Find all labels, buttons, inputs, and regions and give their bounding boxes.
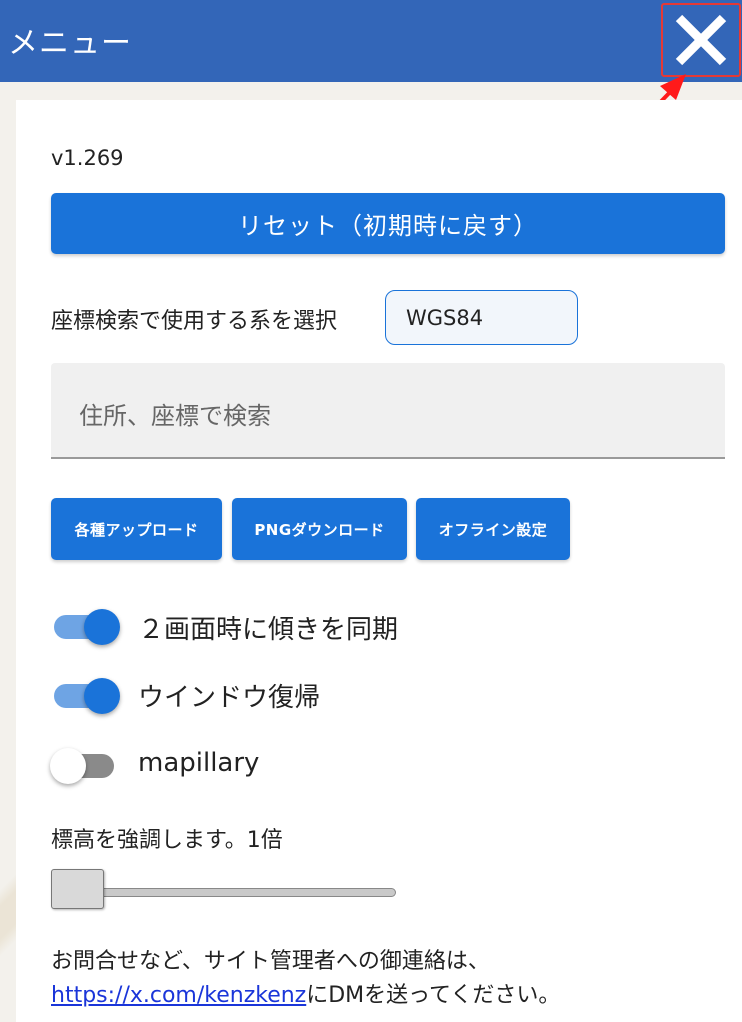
search-placeholder: 住所、座標で検索 bbox=[79, 402, 271, 430]
png-download-button[interactable]: PNGダウンロード bbox=[232, 498, 407, 560]
sync-tilt-label: ２画面時に傾きを同期 bbox=[138, 615, 399, 645]
elevation-slider-track[interactable] bbox=[90, 888, 396, 897]
contact-suffix: にDMを送ってください。 bbox=[306, 983, 561, 1008]
toggle-thumb bbox=[50, 748, 86, 784]
window-restore-label: ウインドウ復帰 bbox=[138, 683, 321, 713]
toggle-thumb bbox=[84, 609, 120, 645]
toggle-thumb bbox=[84, 678, 120, 714]
mapillary-label: mapillary bbox=[138, 748, 260, 778]
crs-label: 座標検索で使用する系を選択 bbox=[51, 309, 338, 334]
crs-select[interactable]: WGS84 bbox=[385, 290, 578, 345]
close-icon bbox=[675, 14, 727, 66]
contact-prefix: お問合せなど、サイト管理者への御連絡は、 bbox=[51, 949, 490, 974]
window-restore-toggle[interactable] bbox=[52, 671, 122, 719]
reset-button[interactable]: リセット（初期時に戻す） bbox=[51, 193, 725, 254]
version-text: v1.269 bbox=[51, 146, 124, 170]
elevation-label: 標高を強調します。1倍 bbox=[51, 828, 283, 853]
offline-settings-button[interactable]: オフライン設定 bbox=[416, 498, 570, 560]
menu-header: メニュー bbox=[0, 0, 742, 82]
upload-button[interactable]: 各種アップロード bbox=[51, 498, 222, 560]
close-button[interactable] bbox=[661, 3, 741, 77]
search-input[interactable]: 住所、座標で検索 bbox=[51, 363, 725, 459]
sync-tilt-toggle[interactable] bbox=[52, 602, 122, 650]
elevation-slider-thumb[interactable] bbox=[51, 869, 104, 909]
contact-link[interactable]: https://x.com/kenzkenz bbox=[51, 983, 306, 1008]
contact-text: お問合せなど、サイト管理者への御連絡は、 https://x.com/kenzk… bbox=[51, 945, 731, 1013]
mapillary-toggle[interactable] bbox=[50, 741, 120, 789]
menu-title: メニュー bbox=[8, 26, 132, 61]
